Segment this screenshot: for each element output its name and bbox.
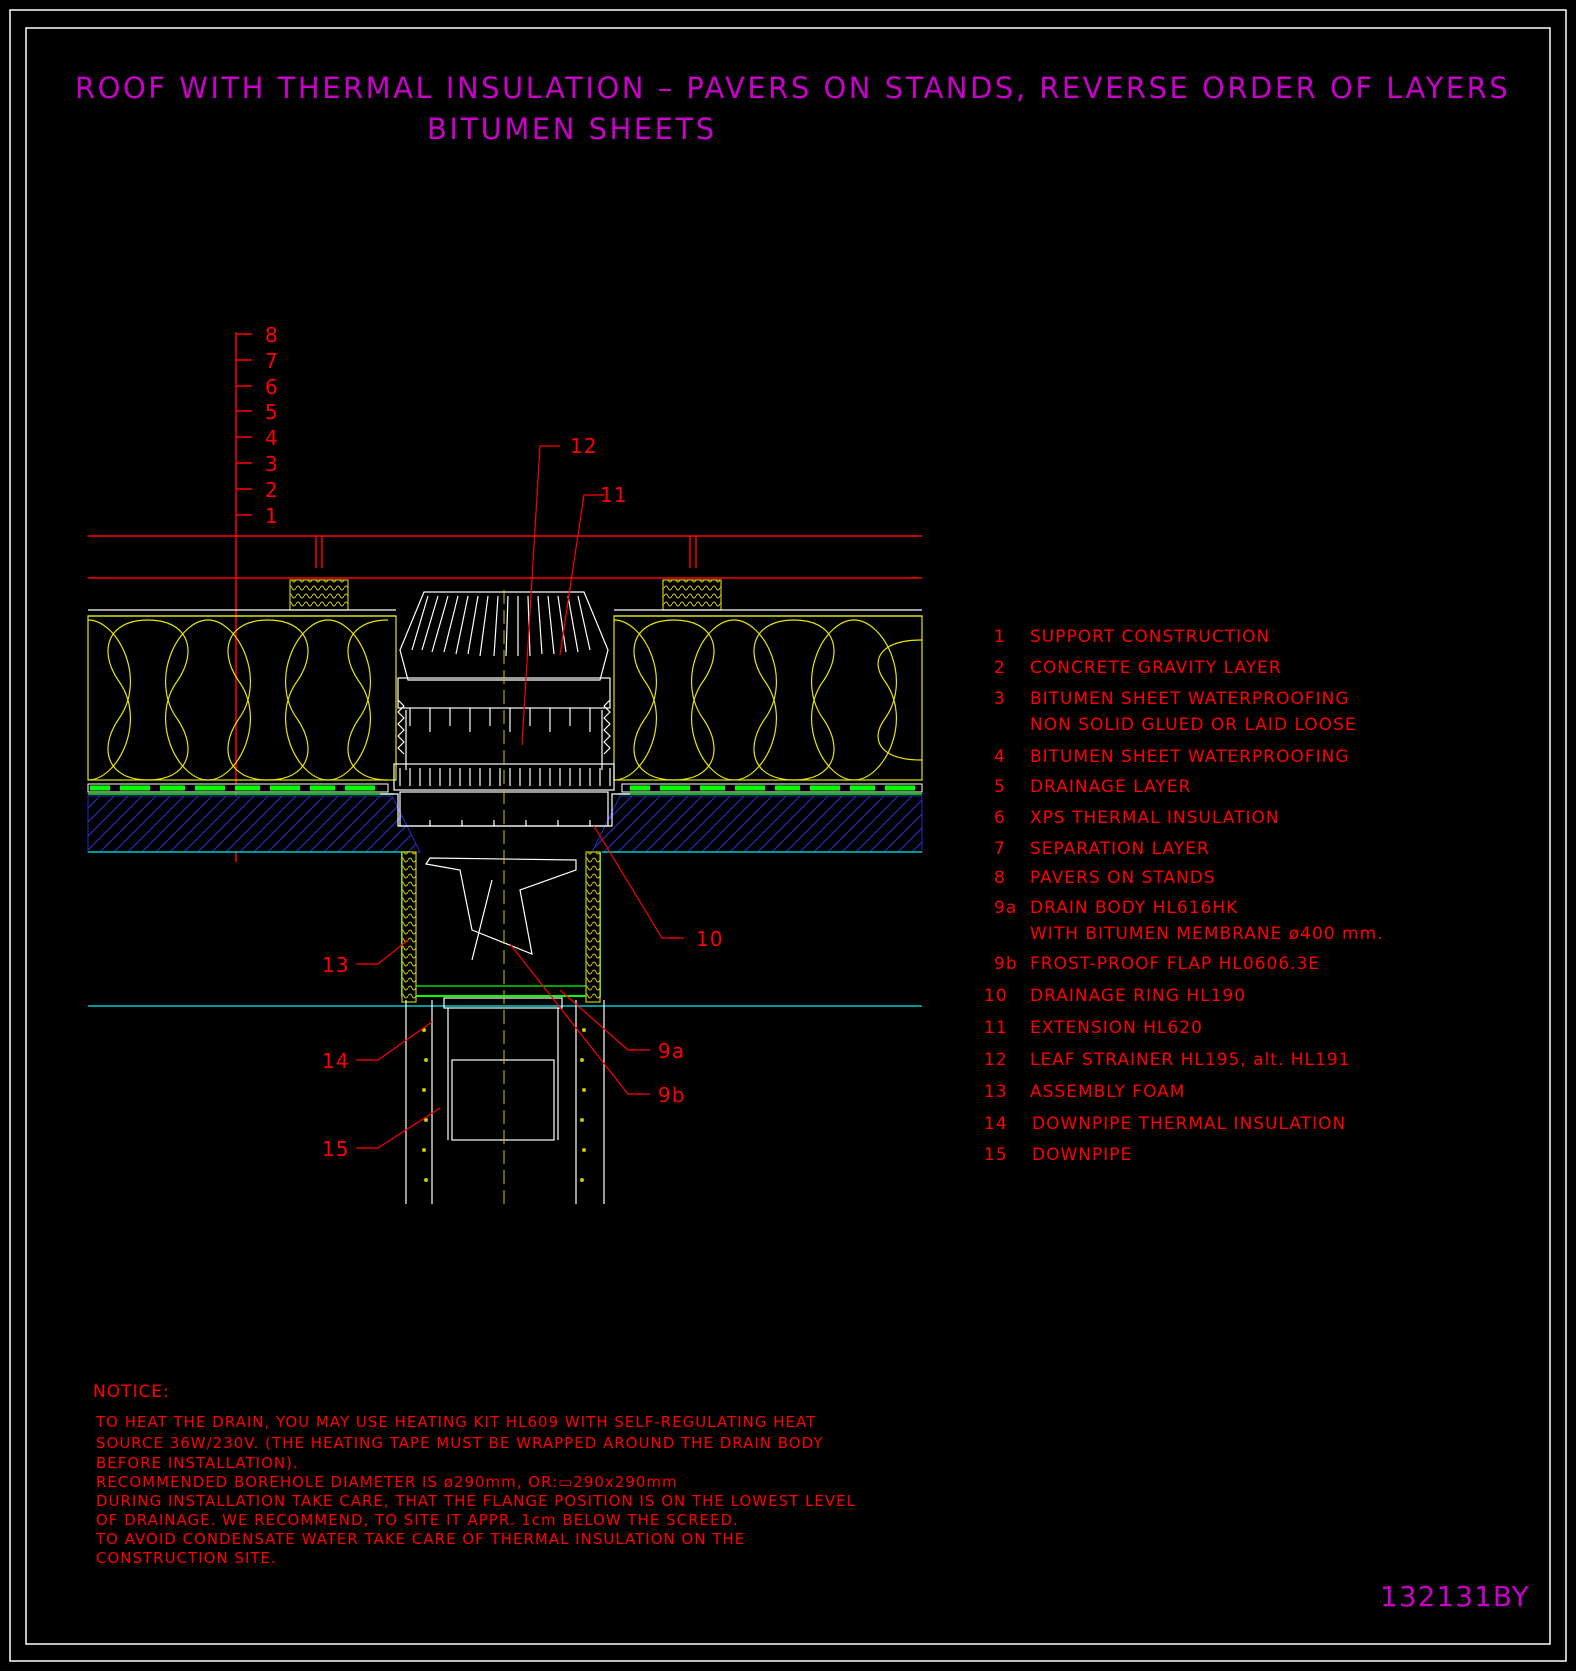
legend-num: 7 xyxy=(994,839,1006,859)
legend-num: 11 xyxy=(984,1018,1008,1038)
legend-num: 5 xyxy=(994,777,1006,797)
legend-item: 9a DRAIN BODY HL616HK WITH BITUMEN MEMBR… xyxy=(994,898,1384,944)
legend-num: 3 xyxy=(994,689,1006,709)
legend-text: LEAF STRAINER HL195, alt. HL191 xyxy=(1030,1050,1350,1070)
drain-body xyxy=(401,851,601,1003)
concrete-layer xyxy=(87,795,923,853)
scale-label-8: 8 xyxy=(265,323,279,347)
legend-text: DOWNPIPE xyxy=(1032,1145,1132,1165)
notice-line: SOURCE 36W/230V. (THE HEATING TAPE MUST … xyxy=(96,1434,823,1452)
callout-9b: 9b xyxy=(658,1083,686,1107)
drawing-title-line2: BITUMEN SHEETS xyxy=(427,112,717,146)
xps-insulation xyxy=(87,615,923,781)
drain-assembly xyxy=(380,590,630,1204)
paver-stand-right xyxy=(662,579,722,611)
legend-text-2: WITH BITUMEN MEMBRANE ø400 mm. xyxy=(1030,924,1384,944)
callout-9a: 9a xyxy=(658,1039,685,1063)
notice-line: CONSTRUCTION SITE. xyxy=(96,1549,277,1567)
legend-num: 14 xyxy=(984,1114,1008,1134)
layer-scale xyxy=(235,332,252,862)
legend-item: 8 PAVERS ON STANDS xyxy=(994,868,1216,888)
legend-item: 9b FROST-PROOF FLAP HL0606.3E xyxy=(994,954,1320,974)
legend-item: 13 ASSEMBLY FOAM xyxy=(984,1082,1185,1102)
legend-text: PAVERS ON STANDS xyxy=(1030,868,1216,888)
paver-stands xyxy=(289,579,722,611)
paver-stand-left xyxy=(289,579,349,611)
scale-label-7: 7 xyxy=(265,349,279,373)
notice-line: TO AVOID CONDENSATE WATER TAKE CARE OF T… xyxy=(95,1530,745,1548)
scale-label-3: 3 xyxy=(265,452,279,476)
legend-text: BITUMEN SHEET WATERPROOFING xyxy=(1030,747,1350,767)
legend-item: 7 SEPARATION LAYER xyxy=(994,839,1210,859)
legend-num: 4 xyxy=(994,747,1006,767)
frost-proof-flap xyxy=(424,857,577,961)
legend-text: DRAIN BODY HL616HK xyxy=(1030,898,1238,918)
legend-text: DRAINAGE LAYER xyxy=(1030,777,1191,797)
legend-num: 13 xyxy=(984,1082,1008,1102)
legend-num: 12 xyxy=(984,1050,1008,1070)
legend-item: 15 DOWNPIPE xyxy=(984,1145,1132,1165)
legend-num: 2 xyxy=(994,658,1006,678)
callout-12: 12 xyxy=(570,434,598,458)
notice-line: DURING INSTALLATION TAKE CARE, THAT THE … xyxy=(96,1492,856,1510)
legend-item: 11 EXTENSION HL620 xyxy=(984,1018,1203,1038)
downpipe xyxy=(405,997,605,1204)
legend-text: SUPPORT CONSTRUCTION xyxy=(1030,627,1270,647)
legend-text: SEPARATION LAYER xyxy=(1030,839,1210,859)
legend-item: 14 DOWNPIPE THERMAL INSULATION xyxy=(984,1114,1346,1134)
legend-num: 1 xyxy=(994,627,1006,647)
callout-13: 13 xyxy=(322,953,350,977)
legend-item: 6 XPS THERMAL INSULATION xyxy=(994,808,1280,828)
callout-10: 10 xyxy=(696,927,724,951)
notice-heading: NOTICE: xyxy=(93,1382,170,1402)
legend-item: 2 CONCRETE GRAVITY LAYER xyxy=(994,658,1282,678)
legend-text: DOWNPIPE THERMAL INSULATION xyxy=(1032,1114,1346,1134)
legend-item: 10 DRAINAGE RING HL190 xyxy=(984,986,1246,1006)
legend-text: EXTENSION HL620 xyxy=(1030,1018,1203,1038)
callout-11: 11 xyxy=(600,483,628,507)
scale-label-2: 2 xyxy=(265,478,279,502)
legend-text-2: NON SOLID GLUED OR LAID LOOSE xyxy=(1030,715,1357,735)
separation-layer xyxy=(88,609,922,617)
legend-item: 5 DRAINAGE LAYER xyxy=(994,777,1191,797)
callout-15: 15 xyxy=(322,1137,350,1161)
legend-num: 9b xyxy=(994,954,1018,974)
legend-text: BITUMEN SHEET WATERPROOFING xyxy=(1030,689,1350,709)
legend-num: 10 xyxy=(984,986,1008,1006)
drainage-ring xyxy=(380,793,630,827)
notice-line: TO HEAT THE DRAIN, YOU MAY USE HEATING K… xyxy=(95,1413,816,1431)
notice-block: NOTICE: TO HEAT THE DRAIN, YOU MAY USE H… xyxy=(93,1382,856,1567)
legend-num: 9a xyxy=(994,898,1017,918)
scale-label-4: 4 xyxy=(265,426,279,450)
legend-num: 15 xyxy=(984,1145,1008,1165)
drawing-code: 132131BY xyxy=(1380,1580,1530,1613)
scale-label-5: 5 xyxy=(265,400,279,424)
legend-num: 8 xyxy=(994,868,1006,888)
notice-line: OF DRAINAGE. WE RECOMMEND, TO SITE IT AP… xyxy=(96,1511,739,1529)
legend-text: XPS THERMAL INSULATION xyxy=(1030,808,1280,828)
legend-text: DRAINAGE RING HL190 xyxy=(1030,986,1246,1006)
pavers-layer xyxy=(88,535,922,579)
scale-label-6: 6 xyxy=(265,375,279,399)
roof-drain-detail-drawing: ROOF WITH THERMAL INSULATION – PAVERS ON… xyxy=(9,9,1567,1662)
legend-text: ASSEMBLY FOAM xyxy=(1030,1082,1185,1102)
notice-line: RECOMMENDED BOREHOLE DIAMETER IS ø290mm,… xyxy=(96,1473,678,1491)
layer-scale-labels: 8 7 6 5 4 3 2 1 xyxy=(265,323,279,528)
legend-text: CONCRETE GRAVITY LAYER xyxy=(1030,658,1282,678)
legend-item: 3 BITUMEN SHEET WATERPROOFING NON SOLID … xyxy=(994,689,1357,735)
scale-label-1: 1 xyxy=(265,504,279,528)
callout-14: 14 xyxy=(322,1049,350,1073)
legend-item: 1 SUPPORT CONSTRUCTION xyxy=(994,627,1270,647)
legend-num: 6 xyxy=(994,808,1006,828)
legend-item: 4 BITUMEN SHEET WATERPROOFING xyxy=(994,747,1350,767)
legend-item: 12 LEAF STRAINER HL195, alt. HL191 xyxy=(984,1050,1350,1070)
legend-text: FROST-PROOF FLAP HL0606.3E xyxy=(1030,954,1320,974)
drawing-title-line1: ROOF WITH THERMAL INSULATION – PAVERS ON… xyxy=(75,71,1510,105)
legend: 1 SUPPORT CONSTRUCTION 2 CONCRETE GRAVIT… xyxy=(984,627,1384,1165)
notice-line: BEFORE INSTALLATION). xyxy=(96,1454,299,1472)
